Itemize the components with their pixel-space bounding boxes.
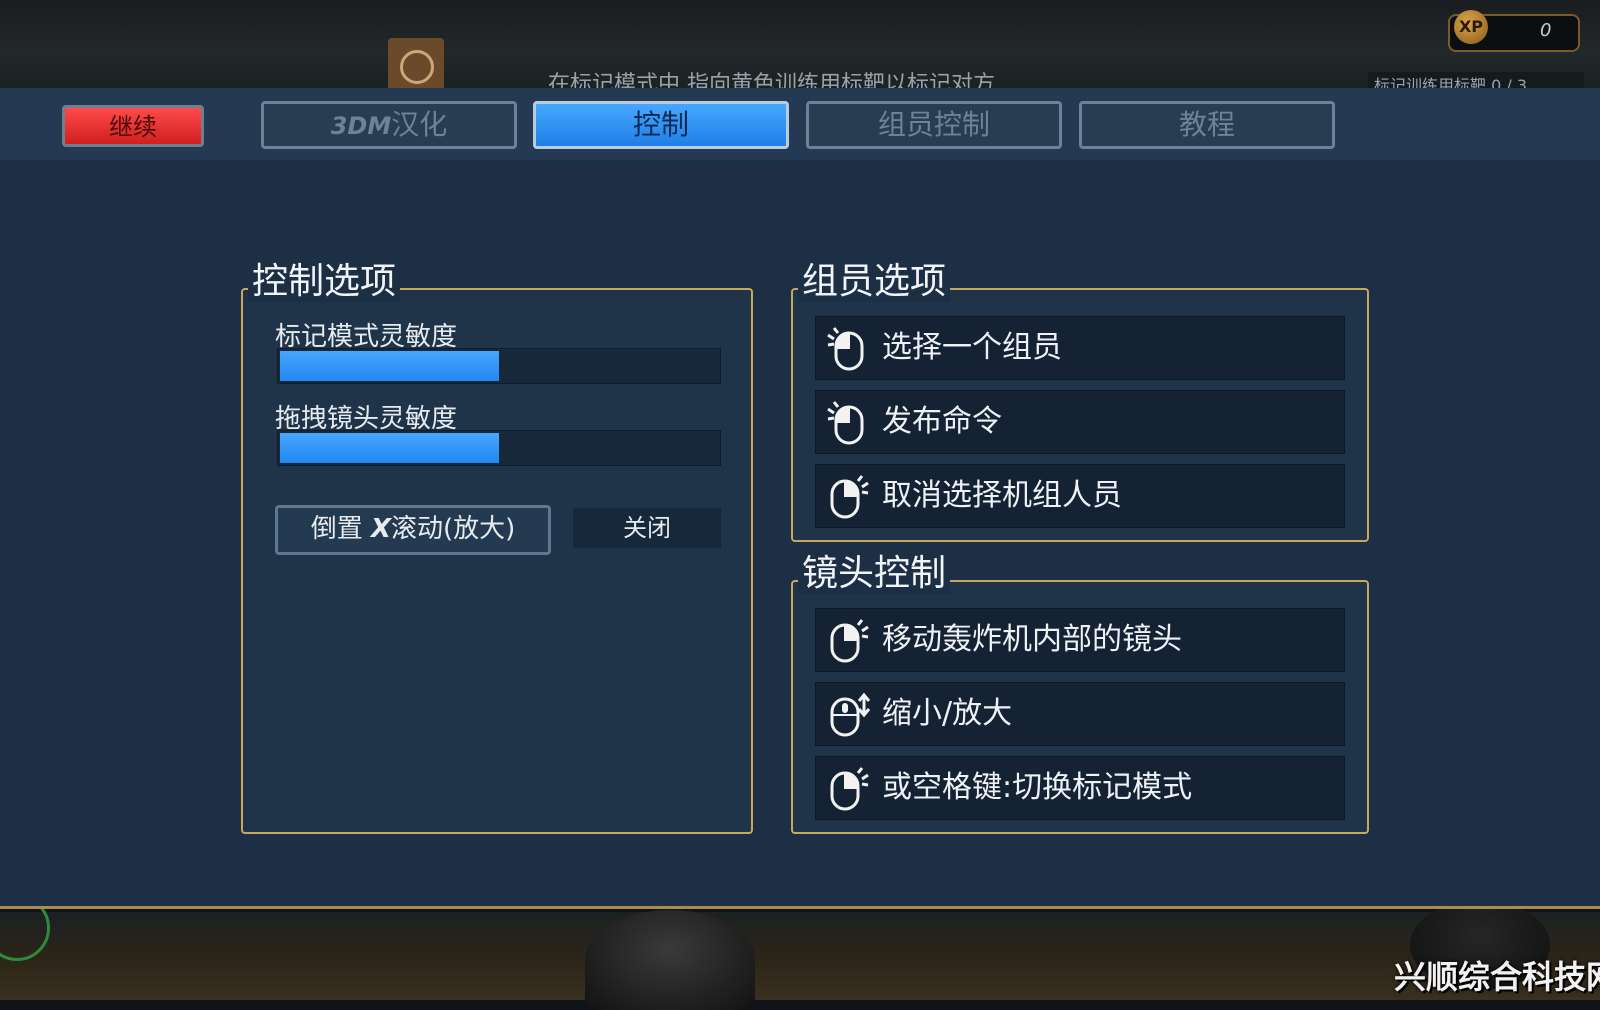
tab-label: 控制 xyxy=(632,108,689,141)
binding-label: 选择一个组员 xyxy=(882,330,1062,365)
invert-axis-label: X xyxy=(370,514,391,544)
camera-control-title: 镜头控制 xyxy=(798,554,951,594)
scroll-wheel-icon xyxy=(830,692,870,737)
binding-label: 发布命令 xyxy=(882,404,1002,439)
slider-fill xyxy=(280,433,499,463)
binding-label: 移动轰炸机内部的镜头 xyxy=(882,622,1182,657)
tab-controls[interactable]: 控制 xyxy=(533,101,789,149)
tab-tutorial[interactable]: 教程 xyxy=(1079,101,1335,149)
right-click-icon xyxy=(830,767,869,811)
game-scene-bottom xyxy=(0,912,1600,1000)
binding-row-toggle-mark-mode: 或空格键:切换标记模式 xyxy=(815,756,1345,820)
tab-label: 汉化 xyxy=(391,108,448,141)
right-click-icon xyxy=(830,619,869,663)
tab-label: 教程 xyxy=(1178,108,1235,141)
tab-3dm-localization[interactable]: 3DM汉化 xyxy=(261,101,517,149)
xp-badge-icon: XP xyxy=(1454,10,1488,44)
marking-sensitivity-slider[interactable] xyxy=(277,348,721,384)
invert-label-prefix: 倒置 xyxy=(310,514,371,544)
menu-header: 继续 3DM汉化 控制 组员控制 教程 xyxy=(0,88,1600,160)
drag-camera-sensitivity-slider[interactable] xyxy=(277,430,721,466)
xp-value: 0 xyxy=(1540,20,1552,41)
binding-row-select-crew: 选择一个组员 xyxy=(815,316,1345,380)
binding-row-zoom: 缩小/放大 xyxy=(815,682,1345,746)
left-click-icon xyxy=(827,401,864,445)
watermark: 兴顺综合科技网 xyxy=(1394,958,1600,996)
tab-label: 组员控制 xyxy=(877,108,990,141)
binding-row-issue-order: 发布命令 xyxy=(815,390,1345,454)
target-sign-icon xyxy=(388,38,444,94)
invert-state-value: 关闭 xyxy=(573,508,721,548)
slider-fill xyxy=(280,351,499,381)
invert-label-suffix: 滚动(放大) xyxy=(391,514,516,544)
binding-label: 取消选择机组人员 xyxy=(882,478,1122,513)
binding-label: 缩小/放大 xyxy=(882,696,1013,731)
crew-options-title: 组员选项 xyxy=(798,262,951,302)
right-click-icon xyxy=(830,475,869,519)
tab-crew-controls[interactable]: 组员控制 xyxy=(806,101,1062,149)
left-click-icon xyxy=(827,327,864,371)
crew-helmet-image xyxy=(585,910,755,1010)
binding-row-move-camera: 移动轰炸机内部的镜头 xyxy=(815,608,1345,672)
invert-x-scroll-button[interactable]: 倒置 X滚动(放大) xyxy=(275,505,551,555)
continue-button[interactable]: 继续 xyxy=(62,105,204,147)
tab-label-prefix: 3DM xyxy=(330,112,392,140)
binding-label: 或空格键:切换标记模式 xyxy=(882,770,1193,805)
binding-row-deselect-crew: 取消选择机组人员 xyxy=(815,464,1345,528)
control-options-title: 控制选项 xyxy=(248,262,401,302)
